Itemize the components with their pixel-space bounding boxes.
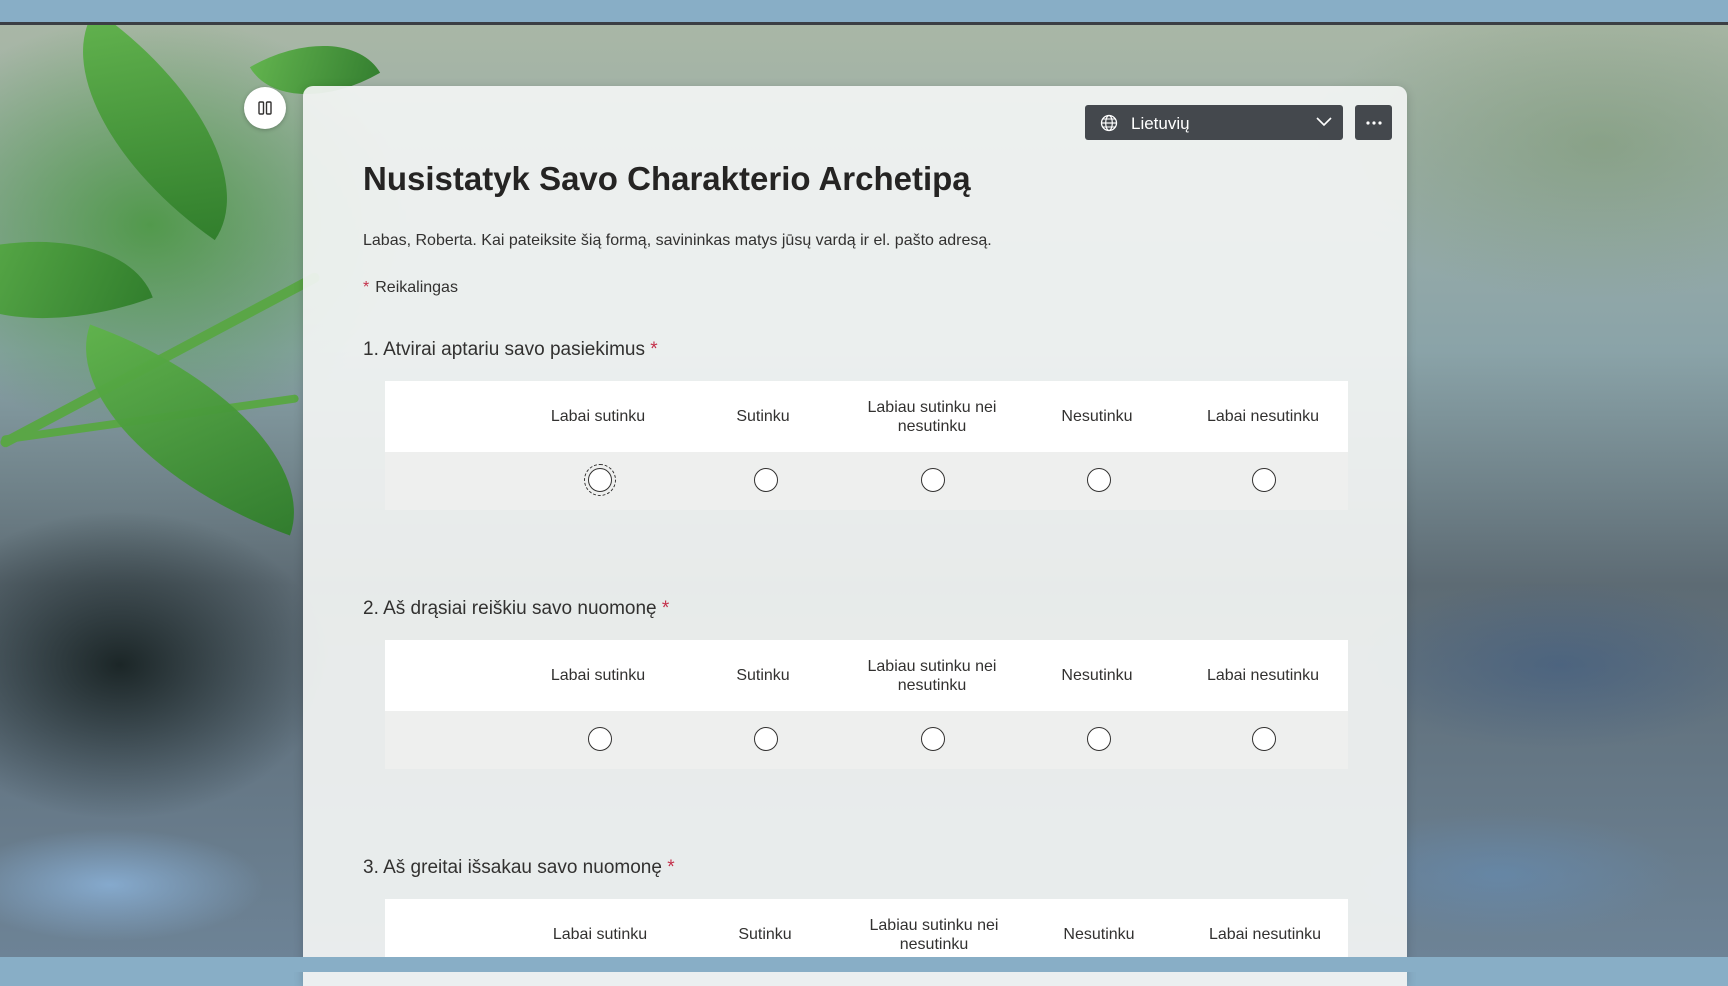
question-text: Atvirai aptariu savo pasiekimus (383, 339, 645, 360)
radio-option-nesutinku[interactable] (1087, 727, 1111, 751)
question-number: 1. (363, 339, 379, 360)
pause-icon (258, 101, 272, 115)
language-select[interactable]: Lietuvių (1085, 105, 1343, 140)
language-value: Lietuvių (1131, 114, 1190, 133)
radio-option-labiau-sutinku[interactable] (921, 468, 945, 492)
radio-option-labai-nesutinku[interactable] (1252, 727, 1276, 751)
bottom-bar (0, 957, 1728, 972)
question-title: 3. Aš greitai išsakau savo nuomonę * (363, 857, 1343, 883)
pause-background-button[interactable] (244, 87, 286, 129)
scale-label: Labiau sutinku nei nesutinku (867, 657, 997, 694)
likert-header: Labai sutinku Sutinku Labiau sutinku nei… (385, 381, 1348, 452)
scale-label: Nesutinku (1061, 408, 1133, 425)
likert-grid: Labai sutinku Sutinku Labiau sutinku nei… (385, 640, 1348, 769)
radio-option-labiau-sutinku[interactable] (921, 727, 945, 751)
question-text: Aš greitai išsakau savo nuomonę (383, 857, 662, 878)
radio-option-labai-sutinku[interactable] (584, 464, 616, 496)
required-star: * (661, 598, 670, 619)
more-icon (1365, 120, 1382, 125)
required-star: * (363, 279, 370, 296)
scale-label: Labai nesutinku (1206, 408, 1320, 425)
question-number: 2. (363, 598, 379, 619)
form-title: Nusistatyk Savo Charakterio Archetipą (363, 160, 971, 197)
more-options-button[interactable] (1355, 105, 1392, 140)
scale-label: Labai sutinku (550, 667, 646, 684)
required-legend: * Reikalingas (363, 279, 458, 297)
scale-label: Sutinku (736, 408, 790, 425)
greeting-text: Labas, Roberta. Kai pateiksite šią formą… (363, 232, 992, 249)
radio-option-nesutinku[interactable] (1087, 468, 1111, 492)
radio-option-labai-sutinku[interactable] (588, 727, 612, 751)
radio-option-sutinku[interactable] (754, 468, 778, 492)
likert-row (385, 452, 1348, 510)
required-star: * (650, 339, 658, 360)
question-2: 2. Aš drąsiai reiškiu savo nuomonę * Lab… (363, 598, 1348, 769)
form-card: Lietuvių Nusistatyk Savo Charakterio Arc… (303, 86, 1407, 986)
scale-label: Labai sutinku (550, 408, 646, 425)
question-1: 1. Atvirai aptariu savo pasiekimus * Lab… (363, 339, 1348, 510)
scale-label: Nesutinku (1061, 667, 1133, 684)
scale-label: Labai nesutinku (1206, 667, 1320, 684)
scale-label: Sutinku (736, 667, 790, 684)
likert-grid: Labai sutinku Sutinku Labiau sutinku nei… (385, 381, 1348, 510)
radio-option-sutinku[interactable] (754, 727, 778, 751)
radio-option-labai-nesutinku[interactable] (1252, 468, 1276, 492)
likert-row (385, 711, 1348, 769)
question-text: Aš drąsiai reiškiu savo nuomonę (383, 598, 657, 619)
likert-header: Labai sutinku Sutinku Labiau sutinku nei… (385, 640, 1348, 711)
globe-icon (1100, 114, 1118, 132)
chevron-down-icon (1316, 117, 1332, 127)
question-3: 3. Aš greitai išsakau savo nuomonę * Lab… (363, 857, 1348, 970)
question-title: 1. Atvirai aptariu savo pasiekimus * (363, 339, 1343, 365)
browser-top-bar (0, 0, 1728, 22)
required-label: Reikalingas (375, 279, 458, 296)
required-star: * (667, 857, 675, 878)
scale-label: Labiau sutinku nei nesutinku (867, 398, 997, 435)
question-title: 2. Aš drąsiai reiškiu savo nuomonę * (363, 598, 1343, 624)
question-number: 3. (363, 857, 379, 878)
